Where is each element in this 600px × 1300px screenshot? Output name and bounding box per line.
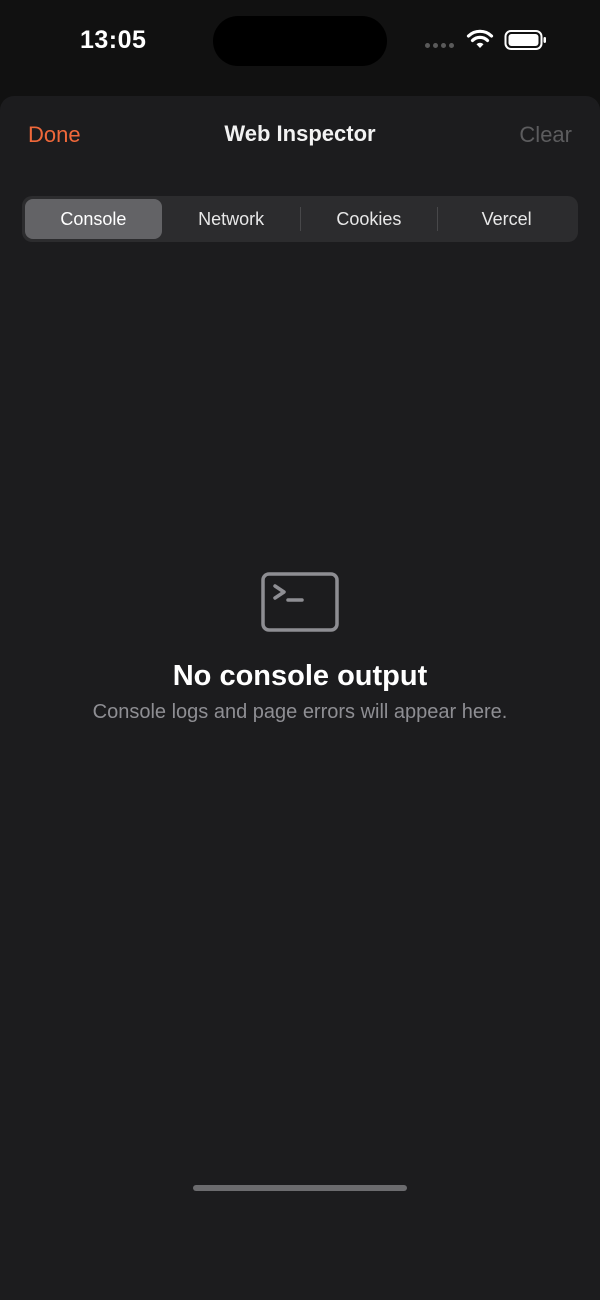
empty-state-subtitle: Console logs and page errors will appear… — [92, 701, 508, 723]
page-title: Web Inspector — [224, 121, 376, 146]
battery-icon — [504, 30, 546, 50]
tab-vercel[interactable]: Vercel — [438, 199, 575, 239]
empty-state-title: No console output — [172, 660, 428, 692]
home-indicator[interactable] — [193, 1185, 407, 1191]
tab-cookies[interactable]: Cookies — [301, 199, 438, 239]
tab-label: Console — [60, 208, 127, 229]
tab-console[interactable]: Console — [25, 199, 162, 239]
tab-label: Cookies — [336, 208, 402, 229]
wifi-icon — [466, 29, 494, 48]
empty-state: No console output Console logs and page … — [0, 572, 600, 724]
phone-screen: 13:05 Done Web Inspector Clear Console N… — [0, 0, 600, 1300]
terminal-icon — [261, 572, 339, 632]
tab-network[interactable]: Network — [163, 199, 300, 239]
tab-label: Network — [198, 208, 265, 229]
status-bar: 13:05 — [0, 0, 600, 90]
dynamic-island — [213, 16, 387, 66]
status-time: 13:05 — [80, 26, 147, 54]
inspector-tabs: Console Network Cookies Vercel — [22, 196, 578, 242]
clear-button[interactable]: Clear — [519, 122, 572, 148]
tab-label: Vercel — [481, 208, 532, 229]
cellular-signal-icon — [425, 43, 454, 48]
navigation-bar: Done Web Inspector Clear — [0, 96, 600, 176]
